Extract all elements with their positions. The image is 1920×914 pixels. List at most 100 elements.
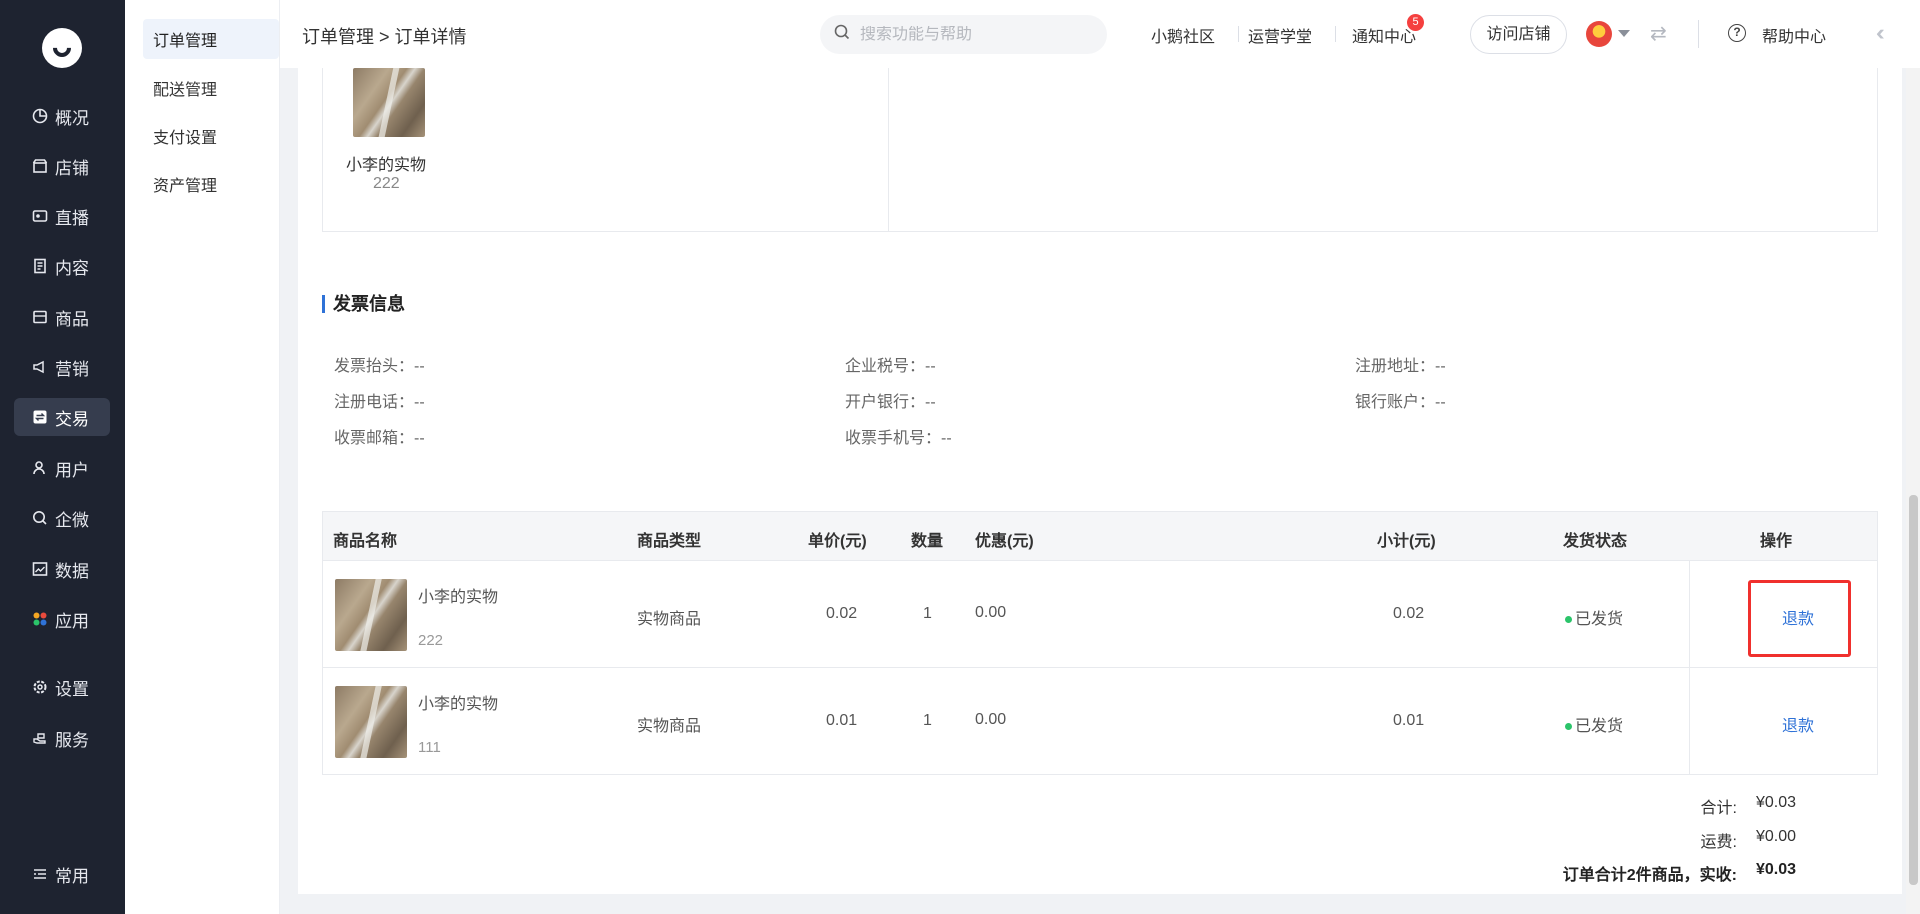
nav-item-wecom[interactable]: 企微 (14, 499, 110, 537)
unit-price: 0.02 (826, 605, 858, 622)
discount: 0.00 (975, 604, 1007, 621)
shipping-fee-label: 运费: (1700, 834, 1737, 851)
highlight-box (1748, 580, 1851, 657)
nav-item-data[interactable]: 数据 (14, 550, 110, 588)
nav-item-service[interactable]: 服务 (14, 719, 110, 757)
nav-item-label: 店铺 (55, 158, 89, 178)
user-icon (32, 460, 48, 476)
order-detail-card: 小李的实物 222 发票信息 发票抬头：-- 企业税号：-- 注册地址：-- 注… (298, 68, 1902, 894)
pie-chart-icon (32, 108, 48, 124)
product-thumbnail (335, 686, 407, 758)
column-header: 数量 (911, 533, 944, 550)
divider (888, 68, 889, 231)
product-type: 实物商品 (637, 611, 702, 628)
product-type: 实物商品 (637, 718, 702, 735)
column-header: 单价(元) (808, 533, 867, 550)
product-name: 小李的实物 (418, 589, 499, 606)
paid-label: 订单合计2件商品，实收: (1562, 867, 1737, 884)
refund-button[interactable]: 退款 (1782, 712, 1814, 736)
search-icon (834, 24, 850, 45)
column-header: 操作 (1760, 533, 1793, 550)
avatar[interactable] (1586, 21, 1612, 47)
notice-center-link[interactable]: 通知中心 (1352, 23, 1416, 47)
product-thumbnail (335, 579, 407, 651)
scrollbar-thumb[interactable] (1909, 495, 1918, 885)
submenu-payment-settings[interactable]: 支付设置 (143, 116, 279, 156)
quantity: 1 (923, 712, 932, 729)
nav-item-users[interactable]: 用户 (14, 449, 110, 487)
unit-price: 0.01 (826, 712, 858, 729)
column-header: 商品类型 (637, 533, 702, 550)
secondary-sidebar: 订单管理 配送管理 支付设置 资产管理 (125, 0, 280, 914)
community-link[interactable]: 小鹅社区 (1151, 23, 1215, 47)
nav-item-label: 用户 (55, 460, 89, 480)
nav-item-trade[interactable]: 交易 (14, 398, 110, 436)
quantity: 1 (923, 605, 932, 622)
visit-store-button[interactable]: 访问店铺 (1470, 15, 1567, 54)
store-icon (32, 158, 48, 174)
nav-item-label: 交易 (55, 409, 89, 429)
nav-item-apps[interactable]: 应用 (14, 600, 110, 638)
column-header: 发货状态 (1563, 533, 1628, 550)
nav-item-label: 企微 (55, 510, 89, 530)
divider (1698, 20, 1699, 48)
help-icon[interactable]: ? (1728, 24, 1746, 42)
notice-badge: 5 (1407, 14, 1424, 31)
product-name: 小李的实物 (418, 696, 499, 713)
logo-icon[interactable] (42, 28, 82, 68)
subtotal: 0.02 (1393, 605, 1425, 622)
divider (1335, 26, 1336, 42)
nav-item-label: 应用 (55, 611, 89, 631)
nav-item-store[interactable]: 店铺 (14, 147, 110, 185)
collapse-icon[interactable]: ‹‹ (1876, 20, 1884, 46)
invoice-field: 发票抬头：-- (334, 358, 425, 375)
invoice-field: 收票手机号：-- (845, 430, 952, 447)
product-thumbnail (353, 68, 425, 137)
divider (1689, 668, 1690, 774)
nav-item-live[interactable]: 直播 (14, 197, 110, 235)
invoice-field: 收票邮箱：-- (334, 430, 425, 447)
search-box[interactable] (820, 15, 1107, 54)
service-icon (32, 730, 48, 746)
submenu-order-management[interactable]: 订单管理 (143, 19, 279, 59)
invoice-section-title: 发票信息 (322, 295, 405, 313)
invoice-field: 注册地址：-- (1355, 358, 1446, 375)
nav-item-marketing[interactable]: 营销 (14, 348, 110, 386)
product-code: 111 (418, 739, 441, 756)
switch-icon[interactable]: ⇄ (1650, 21, 1667, 46)
nav-item-label: 常用 (55, 866, 89, 886)
submenu-delivery-management[interactable]: 配送管理 (143, 68, 279, 108)
nav-item-common[interactable]: 常用 (14, 855, 110, 893)
total-value: ¥0.03 (1756, 794, 1797, 811)
shipping-status: 已发货 (1565, 605, 1623, 629)
submenu-asset-management[interactable]: 资产管理 (143, 164, 279, 204)
column-header: 小计(元) (1377, 533, 1436, 550)
help-center-link[interactable]: 帮助中心 (1762, 23, 1826, 47)
nav-item-label: 营销 (55, 359, 89, 379)
table-row: 小李的实物 222 实物商品 0.02 1 0.00 0.02 已发货 退款 (323, 560, 1877, 667)
total-label: 合计: (1700, 800, 1737, 817)
column-header: 商品名称 (333, 533, 398, 550)
nav-item-overview[interactable]: 概况 (14, 97, 110, 135)
exchange-icon (32, 409, 48, 425)
nav-item-label: 商品 (55, 309, 89, 329)
nav-item-label: 数据 (55, 561, 89, 581)
discount: 0.00 (975, 711, 1007, 728)
academy-link[interactable]: 运营学堂 (1248, 23, 1312, 47)
main-sidebar: 概况 店铺 直播 内容 商品 营销 交易 用户 企微 数据 应用 设置 服务 常… (0, 0, 125, 914)
nav-item-settings[interactable]: 设置 (14, 668, 110, 706)
search-input[interactable] (860, 25, 1090, 44)
live-icon (32, 208, 48, 224)
gear-icon (32, 679, 48, 695)
divider (1238, 26, 1239, 42)
box-icon (32, 309, 48, 325)
chevron-down-icon[interactable] (1618, 30, 1630, 37)
invoice-field: 注册电话：-- (334, 394, 425, 411)
product-name: 小李的实物 (346, 157, 427, 174)
breadcrumb: 订单管理 > 订单详情 (302, 27, 467, 47)
paid-value: ¥0.03 (1756, 861, 1797, 878)
status-dot-icon (1565, 616, 1572, 624)
nav-item-content[interactable]: 内容 (14, 247, 110, 285)
list-icon (32, 866, 48, 882)
nav-item-products[interactable]: 商品 (14, 298, 110, 336)
